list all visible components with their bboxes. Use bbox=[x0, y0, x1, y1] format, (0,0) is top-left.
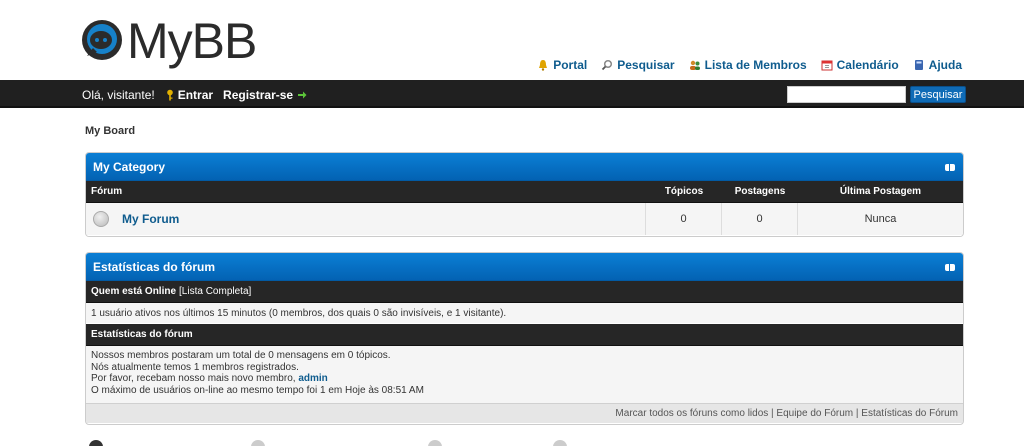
help-link[interactable]: Ajuda bbox=[913, 58, 962, 72]
help-link-label: Ajuda bbox=[928, 58, 962, 72]
col-posts: Postagens bbox=[734, 186, 786, 197]
col-forum: Fórum bbox=[91, 186, 123, 197]
member-list-link-label: Lista de Membros bbox=[704, 58, 807, 72]
logo-bubble-icon bbox=[79, 18, 125, 64]
collapse-icon[interactable] bbox=[945, 164, 955, 171]
calendar-link-label: Calendário bbox=[836, 58, 899, 72]
register-label: Registrar-se bbox=[223, 88, 294, 102]
search-link[interactable]: Pesquisar bbox=[601, 58, 675, 72]
bottom-links: Marcar todos os fóruns como lidos | Equi… bbox=[86, 403, 963, 423]
stats-line-3: Por favor, recebam nosso mais novo membr… bbox=[91, 373, 958, 385]
forum-cell: My Forum bbox=[86, 203, 646, 235]
search-link-label: Pesquisar bbox=[617, 58, 675, 72]
forum-stats-label: Estatísticas do fórum bbox=[91, 329, 193, 340]
newest-member-link[interactable]: admin bbox=[298, 373, 327, 384]
stats-title: Estatísticas do fórum bbox=[93, 260, 216, 274]
portal-link-label: Portal bbox=[553, 58, 588, 72]
legend-no-new-posts-icon bbox=[251, 440, 265, 446]
search-input[interactable] bbox=[787, 86, 906, 103]
category-header: My Category bbox=[86, 153, 963, 181]
mybb-logo[interactable]: MyBB bbox=[79, 12, 257, 69]
forum-column-headers: Fórum Tópicos Postagens Última Postagem bbox=[86, 181, 963, 203]
col-last-post: Última Postagem bbox=[839, 186, 922, 197]
category-title[interactable]: My Category bbox=[93, 160, 165, 174]
mark-read-link[interactable]: Marcar todos os fóruns como lidos bbox=[615, 408, 768, 419]
login-label: Entrar bbox=[177, 88, 214, 102]
search-button[interactable]: Pesquisar bbox=[910, 86, 966, 103]
stats-line-1: Nossos membros postaram um total de 0 me… bbox=[91, 350, 391, 361]
who-online-label[interactable]: Quem está Online bbox=[91, 286, 176, 297]
forum-status-icon[interactable] bbox=[93, 211, 109, 227]
table-row: My Forum 0 0 Nunca bbox=[86, 203, 963, 236]
calendar-icon bbox=[821, 60, 833, 71]
collapse-icon[interactable] bbox=[945, 264, 955, 271]
stats-line-4: O máximo de usuários on-line ao mesmo te… bbox=[91, 384, 424, 396]
logo-text: MyBB bbox=[127, 12, 257, 69]
top-links: Portal Pesquisar Lista de Membros Calend… bbox=[537, 58, 962, 72]
forum-stats-body: Nossos membros postaram um total de 0 me… bbox=[86, 346, 963, 403]
forum-team-link[interactable]: Equipe do Fórum bbox=[776, 408, 853, 419]
stats-table: Estatísticas do fórum Quem está Online [… bbox=[85, 252, 964, 425]
user-panel-bar: Olá, visitante! Entrar Registrar-se Pesq… bbox=[0, 80, 1024, 108]
stats-header: Estatísticas do fórum bbox=[86, 253, 963, 281]
breadcrumb[interactable]: My Board bbox=[85, 125, 135, 137]
help-book-icon bbox=[914, 60, 923, 70]
calendar-link[interactable]: Calendário bbox=[821, 58, 899, 72]
welcome-area: Olá, visitante! Entrar Registrar-se bbox=[82, 88, 307, 102]
posts-count: 0 bbox=[722, 203, 798, 235]
register-link[interactable]: Registrar-se bbox=[223, 88, 307, 102]
legend-subforum-icon bbox=[428, 440, 442, 446]
forum-link[interactable]: My Forum bbox=[122, 212, 179, 226]
stats-line-2: Nós atualmente temos 1 membros registrad… bbox=[91, 361, 299, 373]
portal-link[interactable]: Portal bbox=[537, 58, 587, 72]
forum-legend bbox=[0, 440, 1024, 446]
members-icon bbox=[689, 60, 700, 70]
legend-new-posts-icon bbox=[89, 440, 103, 446]
topics-count: 0 bbox=[646, 203, 722, 235]
col-topics: Tópicos bbox=[664, 186, 704, 197]
last-post: Nunca bbox=[864, 213, 897, 225]
category-table: My Category Fórum Tópicos Postagens Últi… bbox=[85, 152, 964, 237]
forum-stats-link[interactable]: Estatísticas do Fórum bbox=[861, 408, 958, 419]
arrow-right-icon bbox=[298, 91, 307, 99]
bell-icon bbox=[539, 60, 548, 71]
magnifier-icon bbox=[602, 59, 613, 71]
key-icon bbox=[166, 89, 173, 101]
login-link[interactable]: Entrar bbox=[165, 88, 213, 102]
full-list-link[interactable]: [Lista Completa] bbox=[179, 286, 251, 297]
stats-line-3-text: Por favor, recebam nosso mais novo membr… bbox=[91, 373, 296, 384]
welcome-text: Olá, visitante! bbox=[82, 88, 155, 102]
online-users-text: 1 usuário ativos nos últimos 15 minutos … bbox=[91, 307, 507, 319]
online-users-row: 1 usuário ativos nos últimos 15 minutos … bbox=[86, 303, 963, 324]
legend-locked-icon bbox=[553, 440, 567, 446]
forum-stats-header: Estatísticas do fórum bbox=[86, 324, 963, 346]
member-list-link[interactable]: Lista de Membros bbox=[689, 58, 807, 72]
who-online-header: Quem está Online [Lista Completa] bbox=[86, 281, 963, 303]
